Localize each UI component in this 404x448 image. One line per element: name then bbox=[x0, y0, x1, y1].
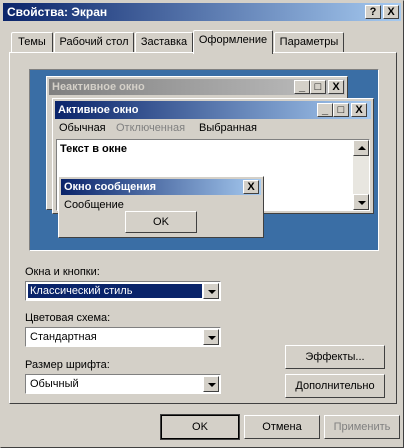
scroll-up-button bbox=[353, 140, 369, 156]
msgbox-text: Сообщение bbox=[64, 199, 124, 211]
msgbox-close-button: X bbox=[243, 180, 259, 194]
color-scheme-dropdown[interactable] bbox=[203, 329, 219, 345]
menu-item-normal: Обычная bbox=[59, 122, 106, 134]
active-window-title: Активное окно bbox=[58, 104, 139, 116]
tab-themes[interactable]: Темы bbox=[11, 32, 53, 52]
tab-desktop[interactable]: Рабочий стол bbox=[54, 32, 134, 52]
cancel-button[interactable]: Отмена bbox=[244, 415, 320, 439]
font-size-label: Размер шрифта: bbox=[25, 359, 110, 371]
appearance-preview: Неактивное окно _ □ X Активное окно _ □ … bbox=[29, 69, 379, 251]
menu-item-disabled: Отключенная bbox=[116, 122, 186, 134]
font-size-dropdown[interactable] bbox=[203, 376, 219, 392]
arrow-down-icon bbox=[358, 201, 366, 205]
preview-message-box: Окно сообщения X Сообщение OK bbox=[58, 176, 264, 238]
active-maximize-button: □ bbox=[333, 103, 349, 117]
color-scheme-value: Стандартная bbox=[30, 331, 97, 343]
close-button[interactable]: X bbox=[383, 5, 399, 19]
menu-item-selected: Выбранная bbox=[199, 122, 258, 134]
chevron-down-icon bbox=[208, 290, 216, 294]
active-title-bar: Активное окно _ □ X bbox=[55, 101, 371, 119]
apply-button[interactable]: Применить bbox=[324, 415, 400, 439]
inactive-minimize-button: _ bbox=[294, 80, 310, 94]
preview-scrollbar bbox=[353, 140, 369, 210]
msgbox-title-bar: Окно сообщения X bbox=[61, 179, 261, 195]
help-button[interactable]: ? bbox=[365, 5, 381, 19]
inactive-window-title: Неактивное окно bbox=[52, 81, 145, 93]
chevron-down-icon bbox=[208, 336, 216, 340]
window-text: Текст в окне bbox=[60, 143, 128, 155]
font-size-value: Обычный bbox=[30, 378, 79, 390]
windows-buttons-label: Окна и кнопки: bbox=[25, 266, 100, 278]
window-title: Свойства: Экран bbox=[7, 5, 108, 19]
title-bar: Свойства: Экран ? X bbox=[3, 3, 401, 21]
inactive-maximize-button: □ bbox=[310, 80, 326, 94]
chevron-down-icon bbox=[208, 383, 216, 387]
advanced-button[interactable]: Дополнительно bbox=[285, 374, 385, 398]
effects-button[interactable]: Эффекты... bbox=[285, 345, 385, 369]
windows-buttons-value: Классический стиль bbox=[28, 284, 202, 298]
windows-buttons-select[interactable]: Классический стиль bbox=[25, 281, 221, 301]
scroll-down-button bbox=[353, 194, 369, 210]
arrow-up-icon bbox=[358, 146, 366, 150]
tab-appearance[interactable]: Оформление bbox=[193, 30, 273, 54]
display-properties-dialog: Свойства: Экран ? X Темы Рабочий стол За… bbox=[0, 0, 404, 448]
color-scheme-label: Цветовая схема: bbox=[25, 312, 111, 324]
inactive-title-bar: Неактивное окно _ □ X bbox=[49, 79, 345, 95]
tab-settings[interactable]: Параметры bbox=[274, 32, 344, 52]
msgbox-title: Окно сообщения bbox=[64, 181, 157, 193]
ok-button[interactable]: OK bbox=[160, 414, 240, 440]
active-minimize-button: _ bbox=[317, 103, 333, 117]
tab-screensaver[interactable]: Заставка bbox=[135, 32, 193, 52]
active-close-button: X bbox=[351, 103, 367, 117]
font-size-select[interactable]: Обычный bbox=[25, 374, 221, 394]
color-scheme-select[interactable]: Стандартная bbox=[25, 327, 221, 347]
msgbox-ok-button: OK bbox=[125, 211, 197, 233]
windows-buttons-dropdown[interactable] bbox=[203, 283, 219, 299]
inactive-close-button: X bbox=[328, 80, 344, 94]
